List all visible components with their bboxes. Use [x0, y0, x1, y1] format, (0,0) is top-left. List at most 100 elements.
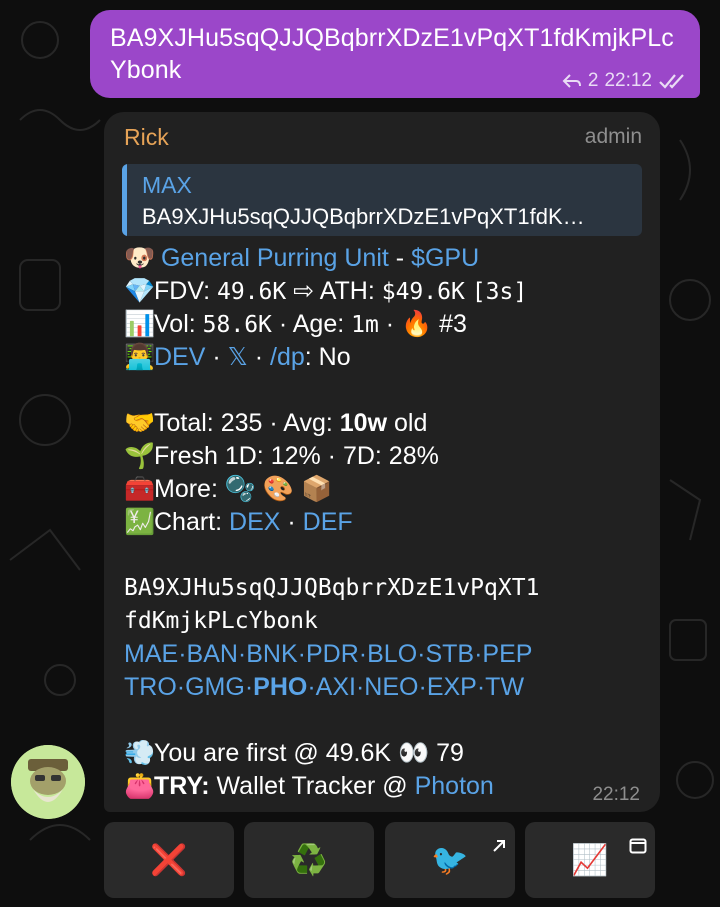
rank-value: #3 [432, 310, 467, 338]
avg-label: · Avg: [262, 409, 340, 437]
dp-link[interactable]: /dp [270, 343, 305, 371]
first-count: 79 [429, 739, 464, 767]
quick-link-bnk[interactable]: BNK [246, 640, 297, 668]
total-line: 🤝Total: 235 · Avg: 10w old [124, 407, 654, 440]
chart-up-icon: 💹 [124, 508, 156, 536]
dev-separator-1: · [205, 343, 228, 371]
quick-link-axi[interactable]: AXI [316, 673, 356, 701]
avatar[interactable] [11, 745, 85, 819]
ath-age: [3s] [471, 279, 528, 305]
purse-icon: 👛 [124, 772, 156, 800]
quick-link-mae[interactable]: MAE [124, 640, 178, 668]
quick-link-tro[interactable]: TRO [124, 673, 177, 701]
vol-separator: · [378, 310, 402, 338]
quick-link-stb[interactable]: STB [425, 640, 474, 668]
link-separator: · [237, 640, 247, 668]
close-button[interactable]: ❌ [104, 822, 234, 898]
incoming-time: 22:12 [592, 784, 640, 805]
token-ticker-link[interactable]: $GPU [411, 244, 479, 272]
ath-value: $49.6K [381, 279, 465, 305]
more-label: More: [154, 475, 225, 503]
def-link[interactable]: DEF [303, 508, 353, 536]
seedling-icon: 🌱 [124, 442, 156, 470]
first-text: You are first @ 49.6K [154, 739, 399, 767]
vol-label: Vol: [154, 310, 203, 338]
token-name-link[interactable]: General Purring Unit [161, 244, 389, 272]
bird-icon: 🐦 [431, 843, 469, 877]
chart-increasing-icon: 📈 [571, 843, 609, 877]
reply-author: MAX [142, 172, 192, 198]
contract-address-line-1[interactable]: BA9XJHu5sqQJJQBqbrrXDzE1vPqXT1 [124, 572, 654, 605]
dog-icon: 🐶 [124, 244, 156, 272]
link-separator: · [358, 640, 368, 668]
more-icons[interactable]: 🫧 🎨 📦 [225, 475, 332, 503]
chart-line: 💹Chart: DEX · DEF [124, 506, 654, 539]
double-check-icon [658, 73, 686, 89]
recycle-button[interactable]: ♻️ [244, 822, 374, 898]
handshake-icon: 🤝 [124, 409, 156, 437]
window-icon [629, 828, 647, 862]
fdv-line: 💎FDV: 49.6K ⇨ ATH: $49.6K [3s] [124, 275, 654, 308]
links-row-1: MAE·BAN·BNK·PDR·BLO·STB·PEP [124, 638, 654, 671]
sender-name[interactable]: Rick [124, 124, 169, 151]
fresh-text: Fresh 1D: 12% · 7D: 28% [154, 442, 439, 470]
quick-link-pho[interactable]: PHO [253, 673, 307, 701]
fdv-label: FDV: [154, 277, 217, 305]
token-line: 🐶 General Purring Unit - $GPU [124, 242, 654, 275]
contract-address-line-2[interactable]: fdKmjkPLcYbonk [124, 605, 654, 638]
links-row-2: TRO·GMG·PHO·AXI·NEO·EXP·TW [124, 671, 654, 704]
toolbox-icon: 🧰 [124, 475, 156, 503]
external-arrow-icon [491, 828, 507, 862]
quick-link-neo[interactable]: NEO [364, 673, 418, 701]
quick-link-pdr[interactable]: PDR [306, 640, 359, 668]
link-separator: · [476, 673, 486, 701]
dev-link[interactable]: DEV [154, 343, 205, 371]
outgoing-message-bubble[interactable]: BA9XJHu5sqQJJQBqbrrXDzE1vPqXT1fdKmjkPLcY… [90, 10, 700, 98]
quick-link-ban[interactable]: BAN [187, 640, 238, 668]
outgoing-message-meta: 2 22:12 [562, 70, 686, 92]
token-separator: - [388, 244, 412, 272]
more-line: 🧰More: 🫧 🎨 📦 [124, 473, 654, 506]
fresh-line: 🌱Fresh 1D: 12% · 7D: 28% [124, 440, 654, 473]
quick-link-exp[interactable]: EXP [427, 673, 477, 701]
diamond-icon: 💎 [124, 277, 156, 305]
reply-accent-bar [122, 164, 127, 236]
link-separator: · [307, 673, 316, 701]
dex-link[interactable]: DEX [229, 508, 280, 536]
quick-link-gmg[interactable]: GMG [185, 673, 245, 701]
link-separator: · [297, 640, 306, 668]
x-link[interactable]: 𝕏 [228, 343, 248, 371]
link-separator: · [178, 640, 187, 668]
incoming-message-bubble[interactable]: Rick admin MAX BA9XJHu5sqQJJQBqbrrXDzE1v… [104, 112, 660, 812]
dash-icon: 💨 [124, 739, 156, 767]
vol-value: 58.6K [202, 312, 272, 338]
volume-line: 📊Vol: 58.6K · Age: 1m · 🔥 #3 [124, 308, 654, 341]
try-label: TRY: [154, 772, 210, 800]
total-value: 235 [220, 409, 263, 437]
arrow-icon: ⇨ [286, 277, 320, 305]
total-label: Total: [154, 409, 221, 437]
chart-label: Chart: [154, 508, 230, 536]
message-body: 🐶 General Purring Unit - $GPU 💎FDV: 49.6… [124, 242, 654, 803]
quick-link-tw[interactable]: TW [485, 673, 524, 701]
try-line: 👛TRY: Wallet Tracker @ Photon [124, 770, 654, 803]
bird-link-button[interactable]: 🐦 [385, 822, 515, 898]
quick-link-pep[interactable]: PEP [482, 640, 532, 668]
reply-quote[interactable]: MAX BA9XJHu5sqQJJQBqbrrXDzE1vPqXT1fdK… [122, 164, 642, 236]
bar-chart-icon: 📊 [124, 310, 156, 338]
reply-count: 2 [587, 70, 599, 91]
reply-text: BA9XJHu5sqQJJQBqbrrXDzE1vPqXT1fdK… [142, 204, 585, 229]
link-separator: · [418, 673, 427, 701]
dev-line: 👨‍💻DEV · 𝕏 · /dp: No [124, 341, 654, 374]
avg-suffix: old [387, 409, 428, 437]
quick-link-blo[interactable]: BLO [367, 640, 417, 668]
avg-value: 10w [339, 409, 388, 437]
photon-link[interactable]: Photon [415, 772, 494, 800]
fire-icon: 🔥 [401, 310, 433, 338]
admin-badge: admin [584, 125, 642, 148]
chart-webapp-button[interactable]: 📈 [525, 822, 655, 898]
outgoing-time: 22:12 [604, 70, 652, 91]
first-line: 💨You are first @ 49.6K 👀 79 [124, 737, 654, 770]
link-separator: · [176, 673, 186, 701]
age-value: 1m [351, 312, 379, 338]
